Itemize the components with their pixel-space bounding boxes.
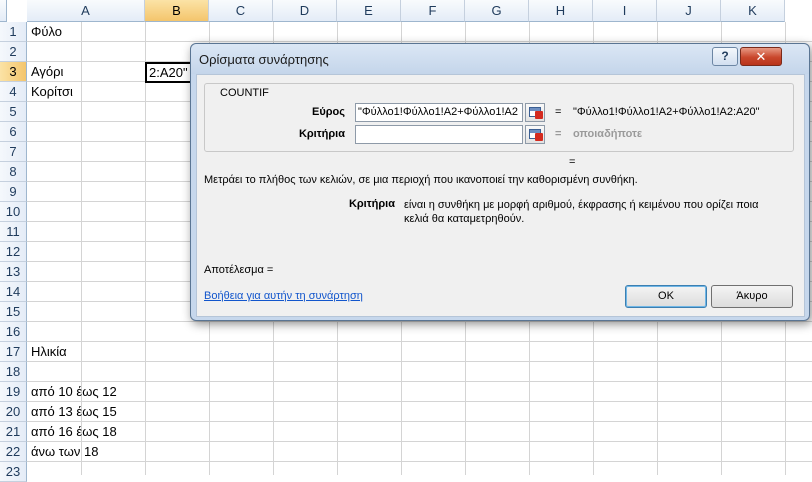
dialog-body: COUNTIF Εύρος "Φύλλο1!Φύλλο1!A2+Φύλλο1!A… (196, 74, 805, 317)
row-header-8[interactable]: 8 (0, 162, 27, 182)
cell-a22[interactable]: άνω των 18 (31, 442, 143, 462)
row-header-13[interactable]: 13 (0, 262, 27, 282)
function-name: COUNTIF (218, 87, 271, 99)
row-header-16[interactable]: 16 (0, 322, 27, 342)
column-header-a[interactable]: A (27, 0, 145, 22)
column-header-d[interactable]: D (273, 0, 337, 22)
cancel-button[interactable]: Άκυρο (711, 285, 793, 308)
cell-a3[interactable]: Αγόρι (31, 62, 143, 82)
column-header-e[interactable]: E (337, 0, 401, 22)
row-header-22[interactable]: 22 (0, 442, 27, 462)
row-header-23[interactable]: 23 (0, 462, 27, 482)
row-header-14[interactable]: 14 (0, 282, 27, 302)
column-header-b[interactable]: B (145, 0, 209, 22)
cell-a20[interactable]: από 13 έως 15 (31, 402, 143, 422)
cell-a21[interactable]: από 16 έως 18 (31, 422, 143, 442)
select-all-corner[interactable] (0, 0, 7, 22)
row-header-17[interactable]: 17 (0, 342, 27, 362)
dialog-titlebar[interactable]: Ορίσματα συνάρτησης ? ✕ (191, 44, 809, 74)
row-header-11[interactable]: 11 (0, 222, 27, 242)
ok-button[interactable]: OK (625, 285, 707, 308)
row-header-20[interactable]: 20 (0, 402, 27, 422)
result-label: Αποτέλεσμα = (204, 264, 274, 276)
cell-a4[interactable]: Κορίτσι (31, 82, 143, 102)
formula-result-equals: = (569, 156, 576, 168)
criteria-equals: = (555, 128, 562, 140)
column-header-g[interactable]: G (465, 0, 529, 22)
row-header-10[interactable]: 10 (0, 202, 27, 222)
criteria-result: οποιαδήποτε (573, 128, 643, 140)
row-header-9[interactable]: 9 (0, 182, 27, 202)
row-header-5[interactable]: 5 (0, 102, 27, 122)
criteria-input[interactable] (355, 125, 523, 144)
help-link[interactable]: Βοήθεια για αυτήν τη συνάρτηση (204, 290, 363, 302)
argument-help-label: Κριτήρια (348, 198, 395, 210)
cell-a17[interactable]: Ηλικία (31, 342, 143, 362)
row-header-3[interactable]: 3 (0, 62, 27, 82)
column-header-j[interactable]: J (657, 0, 721, 22)
row-header-1[interactable]: 1 (0, 22, 27, 42)
row-header-4[interactable]: 4 (0, 82, 27, 102)
dialog-title: Ορίσματα συνάρτησης (199, 52, 329, 67)
row-header-19[interactable]: 19 (0, 382, 27, 402)
function-args-group: COUNTIF Εύρος "Φύλλο1!Φύλλο1!A2+Φύλλο1!A… (204, 83, 794, 152)
row-header-15[interactable]: 15 (0, 302, 27, 322)
range-ref-collapse-button[interactable] (525, 103, 545, 122)
arg-label-range: Εύρος (312, 106, 345, 118)
close-button[interactable]: ✕ (740, 47, 782, 66)
arg-label-criteria: Κριτήρια (298, 128, 345, 140)
argument-help-text: είναι η συνθήκη με μορφή αριθμού, έκφρασ… (404, 199, 759, 225)
row-header-6[interactable]: 6 (0, 122, 27, 142)
function-arguments-dialog: Ορίσματα συνάρτησης ? ✕ COUNTIF Εύρος "Φ… (190, 43, 810, 321)
column-header-h[interactable]: H (529, 0, 593, 22)
column-header-f[interactable]: F (401, 0, 465, 22)
row-header-7[interactable]: 7 (0, 142, 27, 162)
row-header-2[interactable]: 2 (0, 42, 27, 62)
help-button[interactable]: ? (712, 47, 738, 66)
row-header-12[interactable]: 12 (0, 242, 27, 262)
column-header-k[interactable]: K (721, 0, 785, 22)
column-header-i[interactable]: I (593, 0, 657, 22)
cell-a1[interactable]: Φύλο (31, 22, 143, 42)
range-equals: = (555, 106, 562, 118)
function-description: Μετράει το πλήθος των κελιών, σε μια περ… (204, 174, 638, 186)
range-input[interactable]: "Φύλλο1!Φύλλο1!A2+Φύλλο1!A2 (355, 103, 523, 122)
row-header-18[interactable]: 18 (0, 362, 27, 382)
range-result: "Φύλλο1!Φύλλο1!A2+Φύλλο1!A2:A20" (573, 106, 760, 118)
criteria-ref-collapse-button[interactable] (525, 125, 545, 144)
column-header-c[interactable]: C (209, 0, 273, 22)
row-header-21[interactable]: 21 (0, 422, 27, 442)
cell-a19[interactable]: από 10 έως 12 (31, 382, 143, 402)
